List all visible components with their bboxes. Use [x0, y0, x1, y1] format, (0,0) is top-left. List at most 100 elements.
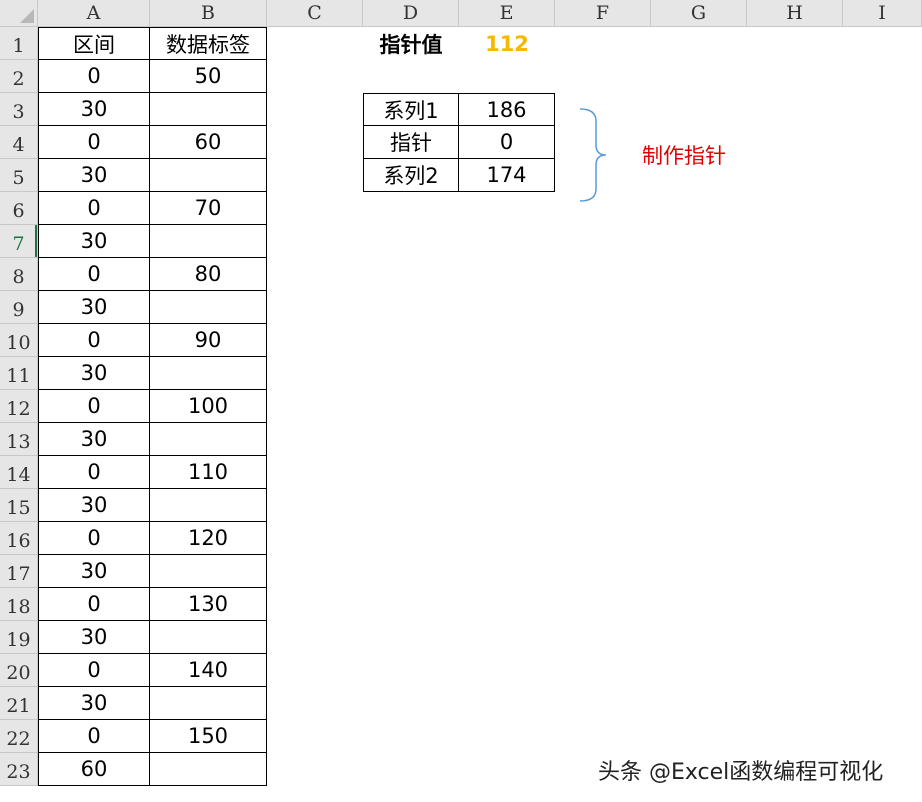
col-header-f[interactable]: F	[555, 0, 651, 27]
cell-d23[interactable]	[363, 753, 459, 786]
cell-g7[interactable]	[651, 225, 747, 258]
cell-c17[interactable]	[267, 555, 363, 588]
row-header-12[interactable]: 12	[0, 390, 38, 423]
cell-d15[interactable]	[363, 489, 459, 522]
cell-i21[interactable]	[843, 687, 922, 720]
cell-f17[interactable]	[555, 555, 651, 588]
select-all-corner[interactable]	[0, 0, 38, 27]
cell-c11[interactable]	[267, 357, 363, 390]
cell-c3[interactable]	[267, 93, 363, 126]
cell-i17[interactable]	[843, 555, 922, 588]
cell-d16[interactable]	[363, 522, 459, 555]
col-header-c[interactable]: C	[267, 0, 363, 27]
cell-i13[interactable]	[843, 423, 922, 456]
cell-i1[interactable]	[843, 27, 922, 60]
cell-e9[interactable]	[459, 291, 555, 324]
cell-i4[interactable]	[843, 126, 922, 159]
cell-a5[interactable]: 30	[38, 159, 150, 192]
cell-c19[interactable]	[267, 621, 363, 654]
cell-h14[interactable]	[747, 456, 843, 489]
col-header-b[interactable]: B	[150, 0, 267, 27]
cell-a12[interactable]: 0	[38, 390, 150, 423]
cell-a3[interactable]: 30	[38, 93, 150, 126]
cell-c23[interactable]	[267, 753, 363, 786]
row-header-14[interactable]: 14	[0, 456, 38, 489]
cell-d7[interactable]	[363, 225, 459, 258]
cell-g9[interactable]	[651, 291, 747, 324]
cell-d13[interactable]	[363, 423, 459, 456]
cell-a15[interactable]: 30	[38, 489, 150, 522]
table-value-pointer[interactable]: 0	[459, 126, 555, 159]
cell-e18[interactable]	[459, 588, 555, 621]
cell-g15[interactable]	[651, 489, 747, 522]
cell-e13[interactable]	[459, 423, 555, 456]
cell-f15[interactable]	[555, 489, 651, 522]
cell-f8[interactable]	[555, 258, 651, 291]
cell-g19[interactable]	[651, 621, 747, 654]
cell-i11[interactable]	[843, 357, 922, 390]
row-header-6[interactable]: 6	[0, 192, 38, 225]
cell-g16[interactable]	[651, 522, 747, 555]
cell-i10[interactable]	[843, 324, 922, 357]
cell-e10[interactable]	[459, 324, 555, 357]
cell-f14[interactable]	[555, 456, 651, 489]
cell-g1[interactable]	[651, 27, 747, 60]
cell-c14[interactable]	[267, 456, 363, 489]
cell-d19[interactable]	[363, 621, 459, 654]
cell-d2[interactable]	[363, 60, 459, 93]
cell-d10[interactable]	[363, 324, 459, 357]
cell-b18[interactable]: 130	[150, 588, 267, 621]
cell-g11[interactable]	[651, 357, 747, 390]
cell-a21[interactable]: 30	[38, 687, 150, 720]
cell-h7[interactable]	[747, 225, 843, 258]
cell-b8[interactable]: 80	[150, 258, 267, 291]
cell-b15[interactable]	[150, 489, 267, 522]
cell-h18[interactable]	[747, 588, 843, 621]
col-header-g[interactable]: G	[651, 0, 747, 27]
cell-b14[interactable]: 110	[150, 456, 267, 489]
row-header-3[interactable]: 3	[0, 93, 38, 126]
cell-h19[interactable]	[747, 621, 843, 654]
cell-b11[interactable]	[150, 357, 267, 390]
cell-h12[interactable]	[747, 390, 843, 423]
cell-b16[interactable]: 120	[150, 522, 267, 555]
cell-b7[interactable]	[150, 225, 267, 258]
cell-b2[interactable]: 50	[150, 60, 267, 93]
cell-b22[interactable]: 150	[150, 720, 267, 753]
cell-i3[interactable]	[843, 93, 922, 126]
cell-c16[interactable]	[267, 522, 363, 555]
cell-i6[interactable]	[843, 192, 922, 225]
cell-b19[interactable]	[150, 621, 267, 654]
cell-a22[interactable]: 0	[38, 720, 150, 753]
cell-f1[interactable]	[555, 27, 651, 60]
cell-e23[interactable]	[459, 753, 555, 786]
cell-i8[interactable]	[843, 258, 922, 291]
cell-b23[interactable]	[150, 753, 267, 786]
cell-c2[interactable]	[267, 60, 363, 93]
cell-f18[interactable]	[555, 588, 651, 621]
table-value-series2[interactable]: 174	[459, 159, 555, 192]
cell-d20[interactable]	[363, 654, 459, 687]
cell-c18[interactable]	[267, 588, 363, 621]
cell-b13[interactable]	[150, 423, 267, 456]
cell-i14[interactable]	[843, 456, 922, 489]
cell-e19[interactable]	[459, 621, 555, 654]
cell-b1[interactable]: 数据标签	[150, 27, 267, 60]
cell-i19[interactable]	[843, 621, 922, 654]
cell-g21[interactable]	[651, 687, 747, 720]
cell-c12[interactable]	[267, 390, 363, 423]
cell-a11[interactable]: 30	[38, 357, 150, 390]
cell-f7[interactable]	[555, 225, 651, 258]
cell-e7[interactable]	[459, 225, 555, 258]
cell-h5[interactable]	[747, 159, 843, 192]
cell-a13[interactable]: 30	[38, 423, 150, 456]
cell-f20[interactable]	[555, 654, 651, 687]
cell-d18[interactable]	[363, 588, 459, 621]
cell-h1[interactable]	[747, 27, 843, 60]
cell-h3[interactable]	[747, 93, 843, 126]
table-name-series1[interactable]: 系列1	[363, 93, 459, 126]
cell-e2[interactable]	[459, 60, 555, 93]
cell-h21[interactable]	[747, 687, 843, 720]
row-header-23[interactable]: 23	[0, 753, 38, 786]
row-header-7[interactable]: 7	[0, 225, 38, 258]
